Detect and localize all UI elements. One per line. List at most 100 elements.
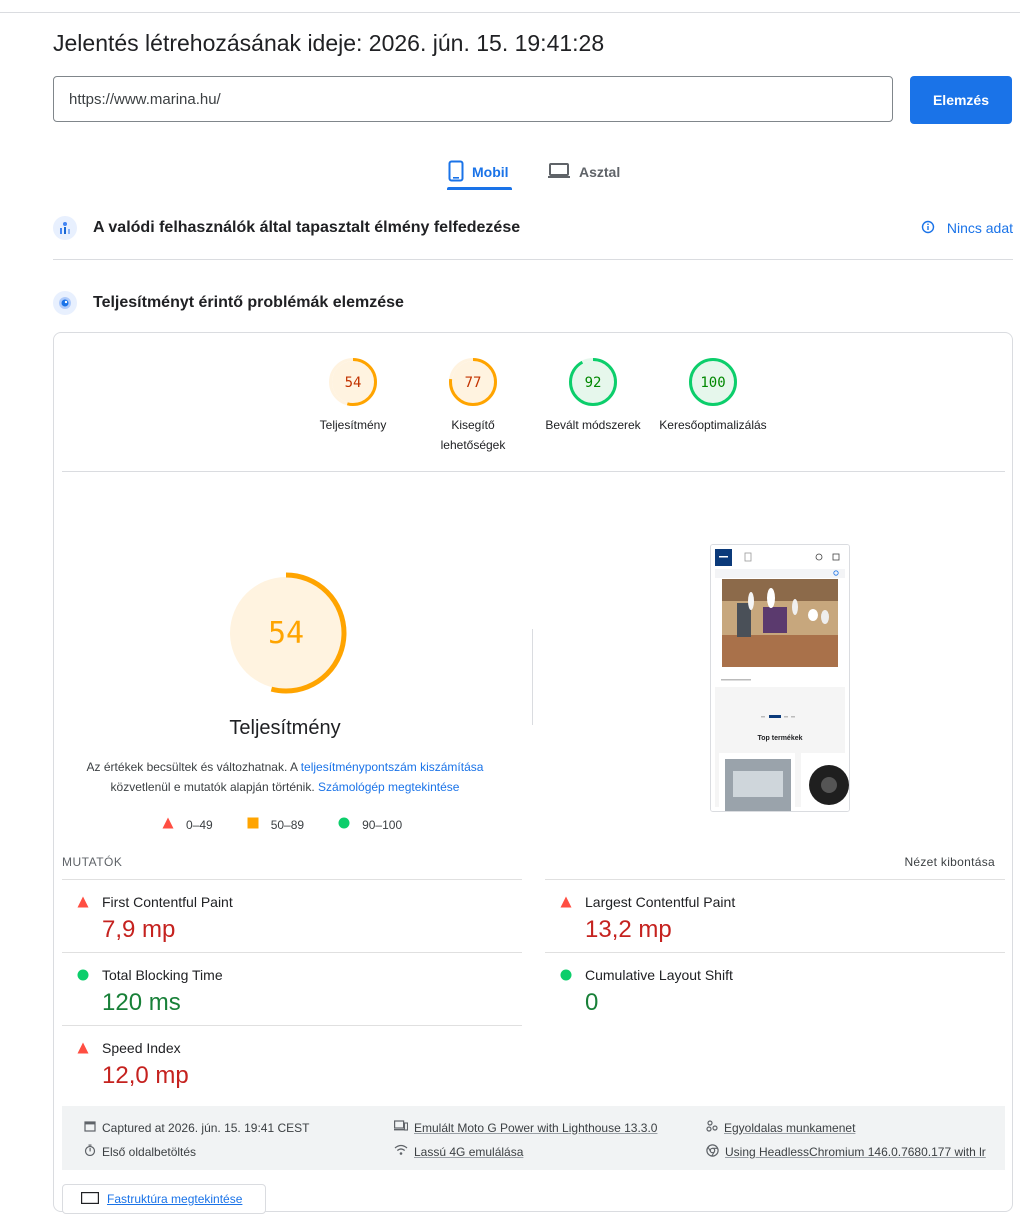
metric-name: Largest Contentful Paint [585, 894, 736, 910]
gauge-label: Keresőoptimalizálás [659, 418, 767, 432]
gauge-score: 92 [585, 375, 602, 391]
metrics-header: MUTATÓK Nézet kibontása [62, 855, 995, 869]
session-icon [706, 1120, 718, 1135]
metric-lcp: Largest Contentful Paint 13,2 mp [545, 879, 1005, 952]
score-calc-link[interactable]: teljesítménypontszám kiszámítása [301, 760, 484, 774]
score-legend: 0–49 50–89 90–100 [162, 817, 436, 832]
chrome-icon [706, 1144, 719, 1160]
view-treemap-button[interactable]: Fastruktúra megtekintése [62, 1184, 266, 1214]
people-chart-icon [53, 216, 77, 240]
gauge-ring: 77 [449, 358, 497, 406]
captured-text: Captured at 2026. jún. 15. 19:41 CEST [102, 1120, 310, 1135]
category-gauge-performance[interactable]: 54 Teljesítmény [293, 357, 413, 435]
legend-pass-label: 90–100 [362, 817, 403, 832]
tab-mobile-label: Mobil [472, 164, 509, 180]
phone-icon [448, 160, 464, 185]
gauge-score: 77 [465, 375, 482, 391]
red-triangle-icon [162, 817, 174, 832]
metric-fcp: First Contentful Paint 7,9 mp [62, 879, 522, 952]
vertical-divider [532, 629, 533, 725]
session-mode[interactable]: Egyoldalas munkamenet [706, 1120, 855, 1135]
analyze-button[interactable]: Elemzés [910, 76, 1012, 124]
metric-tbt: Total Blocking Time 120 ms [62, 952, 522, 1025]
metric-name: First Contentful Paint [102, 894, 233, 910]
legend-average: 50–89 [247, 817, 304, 832]
screenshot-section-label: Top termékek [758, 735, 803, 742]
network-text: Lassú 4G emulálása [414, 1144, 524, 1159]
green-circle-icon [338, 817, 350, 832]
gauge-ring: 100 [689, 358, 737, 406]
gauge-label: Teljesítmény [319, 418, 387, 432]
performance-gauge: 54 [225, 572, 347, 694]
metric-value: 13,2 mp [585, 916, 672, 943]
metric-si: Speed Index 12,0 mp [62, 1025, 522, 1098]
gauge-label: Kisegítő lehetőségek [440, 418, 506, 452]
red-triangle-icon [560, 895, 572, 913]
tab-mobile[interactable]: Mobil [448, 154, 509, 190]
load-text: Első oldalbetöltés [102, 1144, 197, 1159]
metric-value: 12,0 mp [102, 1062, 189, 1089]
orange-square-icon [247, 817, 259, 832]
treemap-label: Fastruktúra megtekintése [107, 1192, 243, 1206]
red-triangle-icon [77, 1041, 89, 1059]
crux-section-header: A valódi felhasználók által tapasztalt é… [53, 216, 1013, 240]
url-input[interactable] [53, 76, 893, 122]
tab-active-indicator [447, 187, 512, 190]
category-gauge-accessibility[interactable]: 77 Kisegítő lehetőségek [413, 357, 533, 455]
tab-desktop[interactable]: Asztal [547, 154, 620, 190]
info-icon [921, 220, 935, 237]
top-divider [0, 12, 1020, 13]
category-gauge-seo[interactable]: 100 Keresőoptimalizálás [653, 357, 773, 435]
crux-title: A valódi felhasználók által tapasztalt é… [93, 219, 521, 236]
lighthouse-report-card: 54 Teljesítmény 77 Kisegítő lehetőségek … [53, 332, 1013, 1214]
emulated-device[interactable]: Emulált Moto G Power with Lighthouse 13.… [394, 1120, 657, 1135]
metric-value: 7,9 mp [102, 916, 176, 943]
green-circle-icon [77, 968, 89, 986]
desc-text: Az értékek becsültek és változhatnak. A [86, 760, 298, 774]
runtime-settings: Captured at 2026. jún. 15. 19:41 CEST El… [62, 1106, 1005, 1170]
performance-title: Teljesítmény [229, 717, 341, 739]
legend-average-label: 50–89 [270, 817, 305, 832]
lighthouse-icon [53, 291, 77, 315]
laptop-icon [547, 162, 571, 183]
calculator-link[interactable]: Számológép megtekintése [318, 780, 459, 794]
final-screenshot: Top termékek [710, 544, 850, 812]
device-text: Emulált Moto G Power with Lighthouse 13.… [414, 1120, 658, 1135]
diagnose-title: Teljesítményt érintő problémák elemzése [93, 294, 404, 311]
metric-value: 0 [585, 989, 599, 1016]
browser-text: Using HeadlessChromium 146.0.7680.177 wi… [725, 1145, 986, 1159]
legend-pass: 90–100 [338, 817, 402, 832]
browser-version[interactable]: Using HeadlessChromium 146.0.7680.177 wi… [706, 1144, 986, 1160]
legend-fail: 0–49 [162, 817, 213, 832]
metrics-title: MUTATÓK [62, 855, 123, 869]
devices-icon [394, 1120, 409, 1135]
metric-value: 120 ms [102, 989, 181, 1016]
metric-cls: Cumulative Layout Shift 0 [545, 952, 1005, 1025]
gauge-score: 54 [345, 375, 362, 391]
gauge-ring: 54 [329, 358, 377, 406]
session-text: Egyoldalas munkamenet [724, 1120, 856, 1135]
category-gauge-best-practices[interactable]: 92 Bevált módszerek [533, 357, 653, 435]
network-throttling[interactable]: Lassú 4G emulálása [394, 1144, 523, 1159]
captured-at: Captured at 2026. jún. 15. 19:41 CEST [84, 1120, 309, 1135]
red-triangle-icon [77, 895, 89, 913]
metric-name: Total Blocking Time [102, 967, 223, 983]
metric-name: Cumulative Layout Shift [585, 967, 733, 983]
desc-text: közvetlenül e mutatók alapján történik. [110, 780, 315, 794]
timer-icon [84, 1144, 96, 1159]
gauge-label: Bevált módszerek [545, 418, 641, 432]
legend-fail-label: 0–49 [186, 817, 213, 832]
no-data-label: Nincs adat [946, 220, 1013, 236]
treemap-icon [81, 1191, 99, 1207]
tab-desktop-label: Asztal [579, 164, 621, 180]
initial-load: Első oldalbetöltés [84, 1144, 196, 1159]
wifi-icon [394, 1144, 408, 1159]
performance-score: 54 [268, 616, 304, 651]
diagnose-section-header: Teljesítményt érintő problémák elemzése [53, 291, 1013, 315]
calendar-icon [84, 1120, 96, 1135]
green-circle-icon [560, 968, 572, 986]
performance-description: Az értékek becsültek és változhatnak. A … [74, 757, 496, 797]
no-data-indicator[interactable]: Nincs adat [921, 220, 1013, 237]
gauge-ring: 92 [569, 358, 617, 406]
expand-view-toggle[interactable]: Nézet kibontása [904, 855, 995, 869]
